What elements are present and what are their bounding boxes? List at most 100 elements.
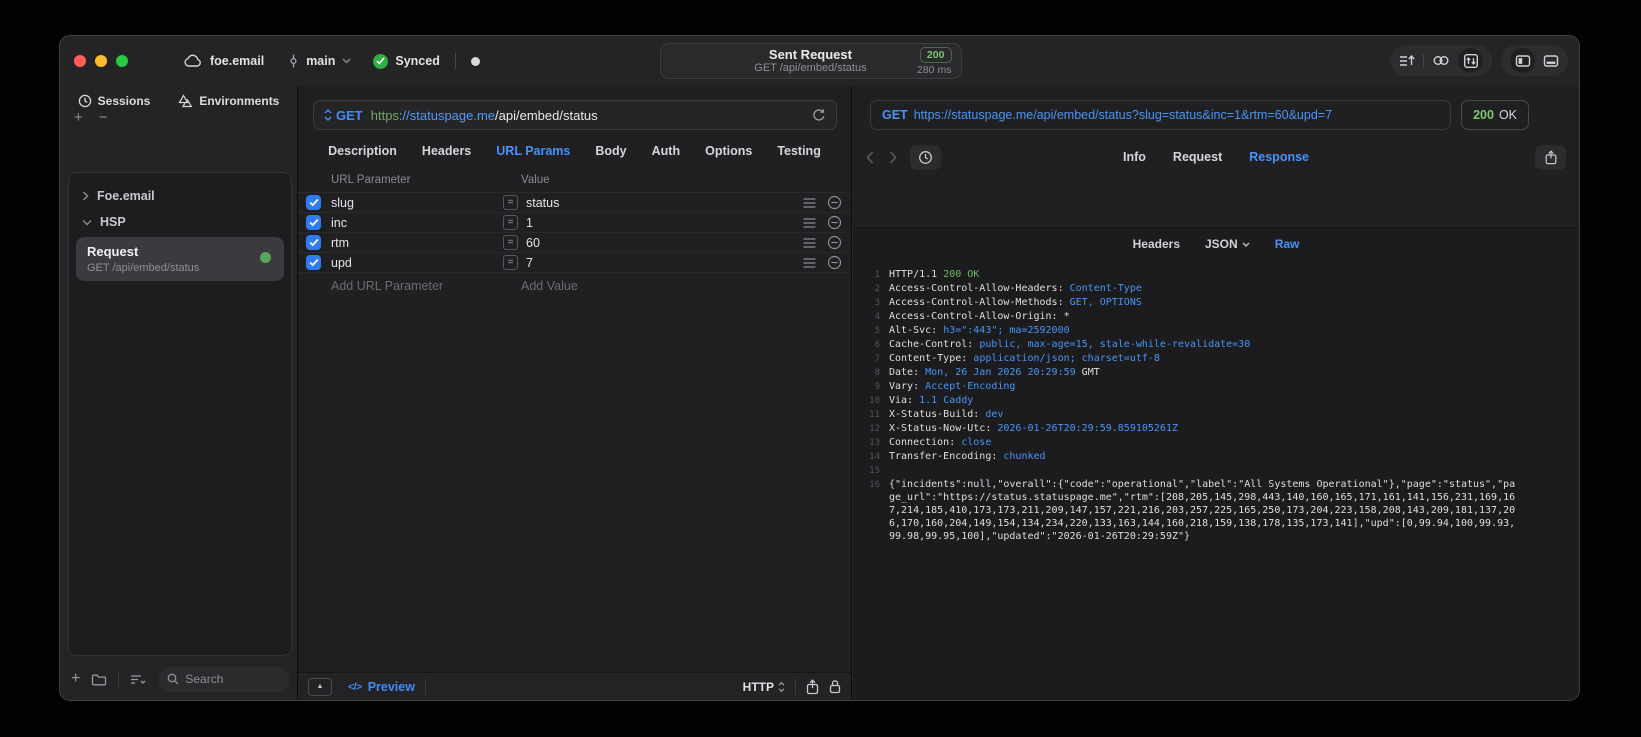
unsaved-indicator-dot — [470, 56, 480, 66]
new-request-button[interactable]: + — [71, 671, 80, 687]
collapse-panel-button[interactable]: ▲ — [308, 677, 332, 696]
param-name[interactable]: inc — [331, 216, 503, 230]
param-enabled-checkbox[interactable] — [306, 255, 321, 270]
sidebar-search[interactable] — [158, 666, 290, 692]
remove-param-icon[interactable] — [827, 255, 842, 270]
param-name[interactable]: upd — [331, 256, 503, 270]
param-enabled-checkbox[interactable] — [306, 195, 321, 210]
layers-icon — [178, 94, 193, 108]
minimize-window-button[interactable] — [95, 55, 107, 67]
method-stepper-icon[interactable] — [324, 108, 332, 122]
sync-box-button-active[interactable] — [1458, 48, 1483, 73]
params-table-header: URL Parameter Value — [298, 169, 851, 193]
remove-param-icon[interactable] — [827, 215, 842, 230]
tree-group-label: HSP — [100, 215, 126, 229]
response-url-text: https://statuspage.me/api/embed/status?s… — [913, 108, 1333, 122]
tab-headers[interactable]: Headers — [422, 144, 471, 158]
add-value-field[interactable]: Add Value — [521, 279, 578, 293]
response-panel: GET https://statuspage.me/api/embed/stat… — [853, 86, 1579, 700]
tab-options[interactable]: Options — [705, 144, 752, 158]
branch-selector[interactable]: main — [288, 53, 351, 69]
footer-divider — [795, 678, 796, 695]
request-summary-pill[interactable]: Sent Request GET /api/embed/status 200 2… — [659, 43, 962, 79]
request-item-subtitle: GET /api/embed/status — [87, 262, 200, 274]
remove-param-icon[interactable] — [827, 235, 842, 250]
search-input[interactable] — [185, 672, 281, 686]
param-value[interactable]: 7 — [526, 256, 803, 270]
request-list-item-selected[interactable]: Request GET /api/embed/status — [76, 237, 284, 281]
project-menu[interactable]: foe.email — [183, 54, 264, 68]
param-enabled-checkbox[interactable] — [306, 235, 321, 250]
tab-description[interactable]: Description — [328, 144, 397, 158]
param-value[interactable]: 1 — [526, 216, 803, 230]
footer-divider — [118, 671, 120, 687]
subtab-headers[interactable]: Headers — [1133, 237, 1180, 251]
response-subtabs: Headers JSON Raw — [853, 228, 1579, 260]
resend-request-icon[interactable] — [812, 108, 826, 122]
remove-param-icon[interactable] — [827, 195, 842, 210]
tab-body[interactable]: Body — [595, 144, 626, 158]
cloud-icon — [183, 54, 203, 68]
equals-icon: = — [503, 235, 518, 250]
tab-auth[interactable]: Auth — [652, 144, 680, 158]
new-folder-button[interactable] — [91, 673, 107, 686]
history-forward-button[interactable] — [889, 150, 897, 164]
tab-testing[interactable]: Testing — [777, 144, 821, 158]
tab-request[interactable]: Request — [1173, 150, 1222, 164]
request-method[interactable]: GET — [336, 108, 363, 123]
import-export-button[interactable] — [1399, 53, 1415, 68]
tab-url-params-active[interactable]: URL Params — [496, 144, 570, 158]
protocol-selector[interactable]: HTTP — [743, 680, 785, 694]
toggle-bottom-panel-button[interactable] — [1543, 54, 1559, 68]
sync-status[interactable]: Synced — [373, 53, 440, 69]
row-menu-icon[interactable] — [803, 237, 816, 248]
add-param-row: Add URL Parameter Add Value — [298, 273, 851, 293]
subtab-raw-active[interactable]: Raw — [1275, 237, 1300, 251]
history-back-button[interactable] — [866, 150, 874, 164]
request-panel: GET https://statuspage.me/api/embed/stat… — [297, 86, 852, 700]
footer-divider — [424, 678, 426, 695]
status-badge: 200 — [919, 47, 952, 63]
share-icon[interactable] — [806, 678, 819, 695]
tree-group-foe-email[interactable]: Foe.email — [76, 183, 284, 209]
export-response-button[interactable] — [1535, 144, 1566, 170]
tab-response-active[interactable]: Response — [1249, 150, 1309, 164]
request-url-bar[interactable]: GET https://statuspage.me/api/embed/stat… — [313, 100, 837, 130]
history-clock-button[interactable] — [910, 144, 941, 170]
session-tree: Foe.email HSP Request GET /api/embed/sta… — [68, 172, 292, 656]
request-item-title: Request — [87, 244, 139, 259]
response-lines[interactable]: 1 HTTP/1.1 200 OK 2 Access-Control-Allow-He… — [853, 260, 1579, 543]
response-status-badge: 200 OK — [1461, 100, 1529, 130]
lock-icon[interactable] — [829, 679, 841, 694]
tree-group-hsp[interactable]: HSP — [76, 209, 284, 235]
sidebar-tabs: Sessions Environments — [60, 86, 297, 111]
sidebar-actions: + − — [60, 110, 297, 127]
tab-info[interactable]: Info — [1123, 150, 1146, 164]
zoom-window-button[interactable] — [116, 55, 128, 67]
param-value[interactable]: status — [526, 196, 803, 210]
sort-list-button[interactable] — [130, 674, 147, 685]
param-enabled-checkbox[interactable] — [306, 215, 321, 230]
close-window-button[interactable] — [74, 55, 86, 67]
subtab-raw-label: Raw — [1274, 237, 1300, 251]
sent-request-url[interactable]: GET https://statuspage.me/api/embed/stat… — [870, 100, 1452, 130]
subtab-json-dropdown[interactable]: JSON — [1205, 237, 1250, 251]
panel-toggles-group — [1501, 45, 1568, 76]
tab-environments[interactable]: Environments — [178, 94, 279, 108]
row-menu-icon[interactable] — [803, 197, 816, 208]
add-session-button[interactable]: + — [74, 110, 83, 125]
add-url-parameter-field[interactable]: Add URL Parameter — [331, 279, 521, 293]
tab-sessions[interactable]: Sessions — [78, 94, 150, 108]
branch-icon — [288, 53, 299, 69]
link-loop-button[interactable] — [1432, 54, 1450, 67]
row-menu-icon[interactable] — [803, 217, 816, 228]
remove-session-button[interactable]: − — [99, 110, 108, 125]
toggle-sidebar-button-active[interactable] — [1510, 48, 1535, 73]
response-tabs: Info Request Response — [1123, 150, 1309, 164]
param-value[interactable]: 60 — [526, 236, 803, 250]
preview-button[interactable]: </> Preview — [348, 680, 415, 694]
param-name[interactable]: rtm — [331, 236, 503, 250]
row-menu-icon[interactable] — [803, 257, 816, 268]
column-value: Value — [521, 174, 550, 186]
param-name[interactable]: slug — [331, 196, 503, 210]
